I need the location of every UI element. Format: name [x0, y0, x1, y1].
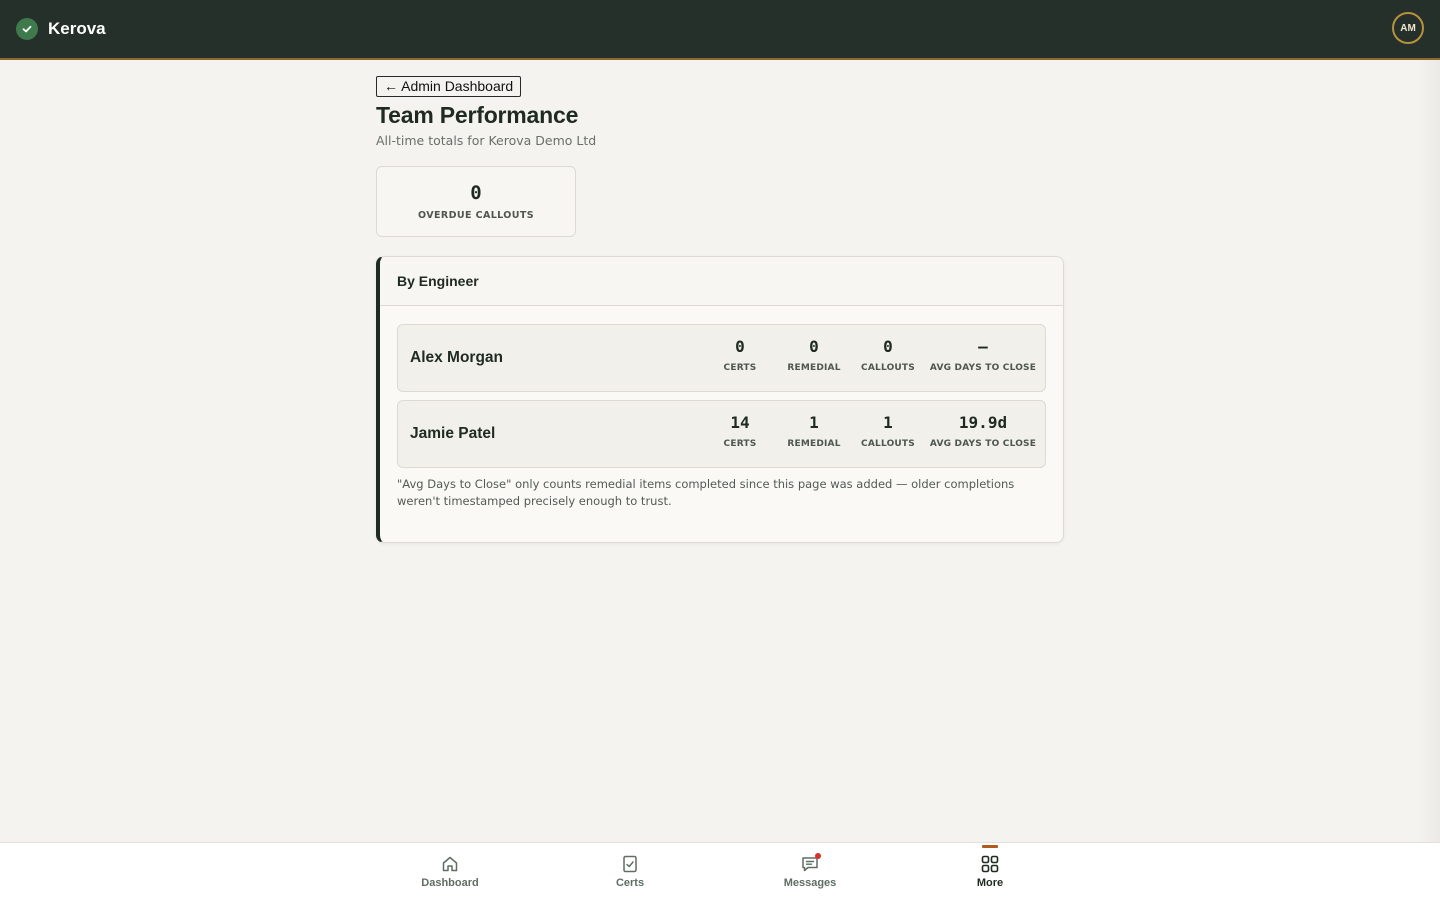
avg-days-value: 19.9d	[958, 413, 1008, 432]
nav-item-certs[interactable]: Certs	[570, 843, 690, 900]
avg-days-metric: — AVG DAYS TO CLOSE	[930, 337, 1036, 373]
nav-label: Messages	[783, 877, 837, 889]
avatar[interactable]: AM	[1392, 12, 1424, 44]
main-content: ← Admin Dashboard Team Performance All-t…	[376, 76, 1064, 543]
active-indicator	[982, 845, 998, 848]
certs-metric: 14 CERTS	[724, 413, 757, 449]
panel-heading: By Engineer	[380, 257, 1063, 306]
nav-label: Dashboard	[421, 877, 479, 889]
callouts-value: 1	[883, 413, 893, 432]
callouts-value: 0	[883, 337, 893, 356]
certs-value: 14	[730, 413, 750, 432]
brand[interactable]: Kerova	[16, 18, 106, 40]
engineer-list: Alex Morgan 0 CERTS 0 REMEDIAL 0 CALLOUT…	[380, 306, 1063, 468]
page-title: Team Performance	[376, 102, 579, 128]
bottom-nav: Dashboard Certs Messages More	[0, 842, 1440, 900]
notification-dot	[815, 853, 821, 859]
callouts-metric: 1 CALLOUTS	[861, 413, 915, 449]
remedial-label: REMEDIAL	[787, 363, 841, 373]
avg-days-metric: 19.9d AVG DAYS TO CLOSE	[930, 413, 1036, 449]
certificate-icon	[620, 854, 640, 874]
avg-days-label: AVG DAYS TO CLOSE	[929, 439, 1037, 449]
grid-icon	[980, 854, 1000, 874]
callouts-metric: 0 CALLOUTS	[861, 337, 915, 373]
remedial-value: 1	[809, 413, 819, 432]
certs-label: CERTS	[723, 363, 757, 373]
certs-label: CERTS	[723, 439, 757, 449]
nav-item-dashboard[interactable]: Dashboard	[390, 843, 510, 900]
remedial-metric: 0 REMEDIAL	[787, 337, 840, 373]
nav-item-messages[interactable]: Messages	[750, 843, 870, 900]
by-engineer-panel: By Engineer Alex Morgan 0 CERTS 0 REMEDI…	[376, 256, 1064, 543]
remedial-label: REMEDIAL	[787, 439, 841, 449]
check-icon	[16, 18, 38, 40]
certs-metric: 0 CERTS	[724, 337, 757, 373]
avg-days-footnote: "Avg Days to Close" only counts remedial…	[397, 477, 1015, 508]
engineer-row: Alex Morgan 0 CERTS 0 REMEDIAL 0 CALLOUT…	[397, 324, 1046, 392]
top-bar: Kerova AM	[0, 0, 1440, 60]
avg-days-value: —	[978, 337, 988, 356]
engineer-row: Jamie Patel 14 CERTS 1 REMEDIAL 1 CALLOU…	[397, 400, 1046, 468]
avg-days-label: AVG DAYS TO CLOSE	[929, 363, 1037, 373]
overdue-callouts-card: 0 OVERDUE CALLOUTS	[376, 166, 576, 237]
app-name: Kerova	[48, 19, 106, 38]
remedial-value: 0	[809, 337, 819, 356]
back-to-admin-dashboard-button[interactable]: ← Admin Dashboard	[376, 76, 522, 97]
scroll-shade	[1416, 60, 1440, 900]
home-icon	[440, 854, 460, 874]
overdue-callouts-value: 0	[470, 182, 482, 204]
overdue-callouts-label: OVERDUE CALLOUTS	[418, 210, 534, 221]
callouts-label: CALLOUTS	[861, 439, 915, 449]
callouts-label: CALLOUTS	[861, 363, 915, 373]
remedial-metric: 1 REMEDIAL	[787, 413, 840, 449]
message-icon	[800, 853, 821, 874]
page-subtitle: All-time totals for Kerova Demo Ltd	[376, 133, 597, 148]
nav-label: Certs	[615, 877, 645, 889]
nav-item-more[interactable]: More	[930, 843, 1050, 900]
certs-value: 0	[735, 337, 745, 356]
nav-label: More	[976, 877, 1004, 889]
